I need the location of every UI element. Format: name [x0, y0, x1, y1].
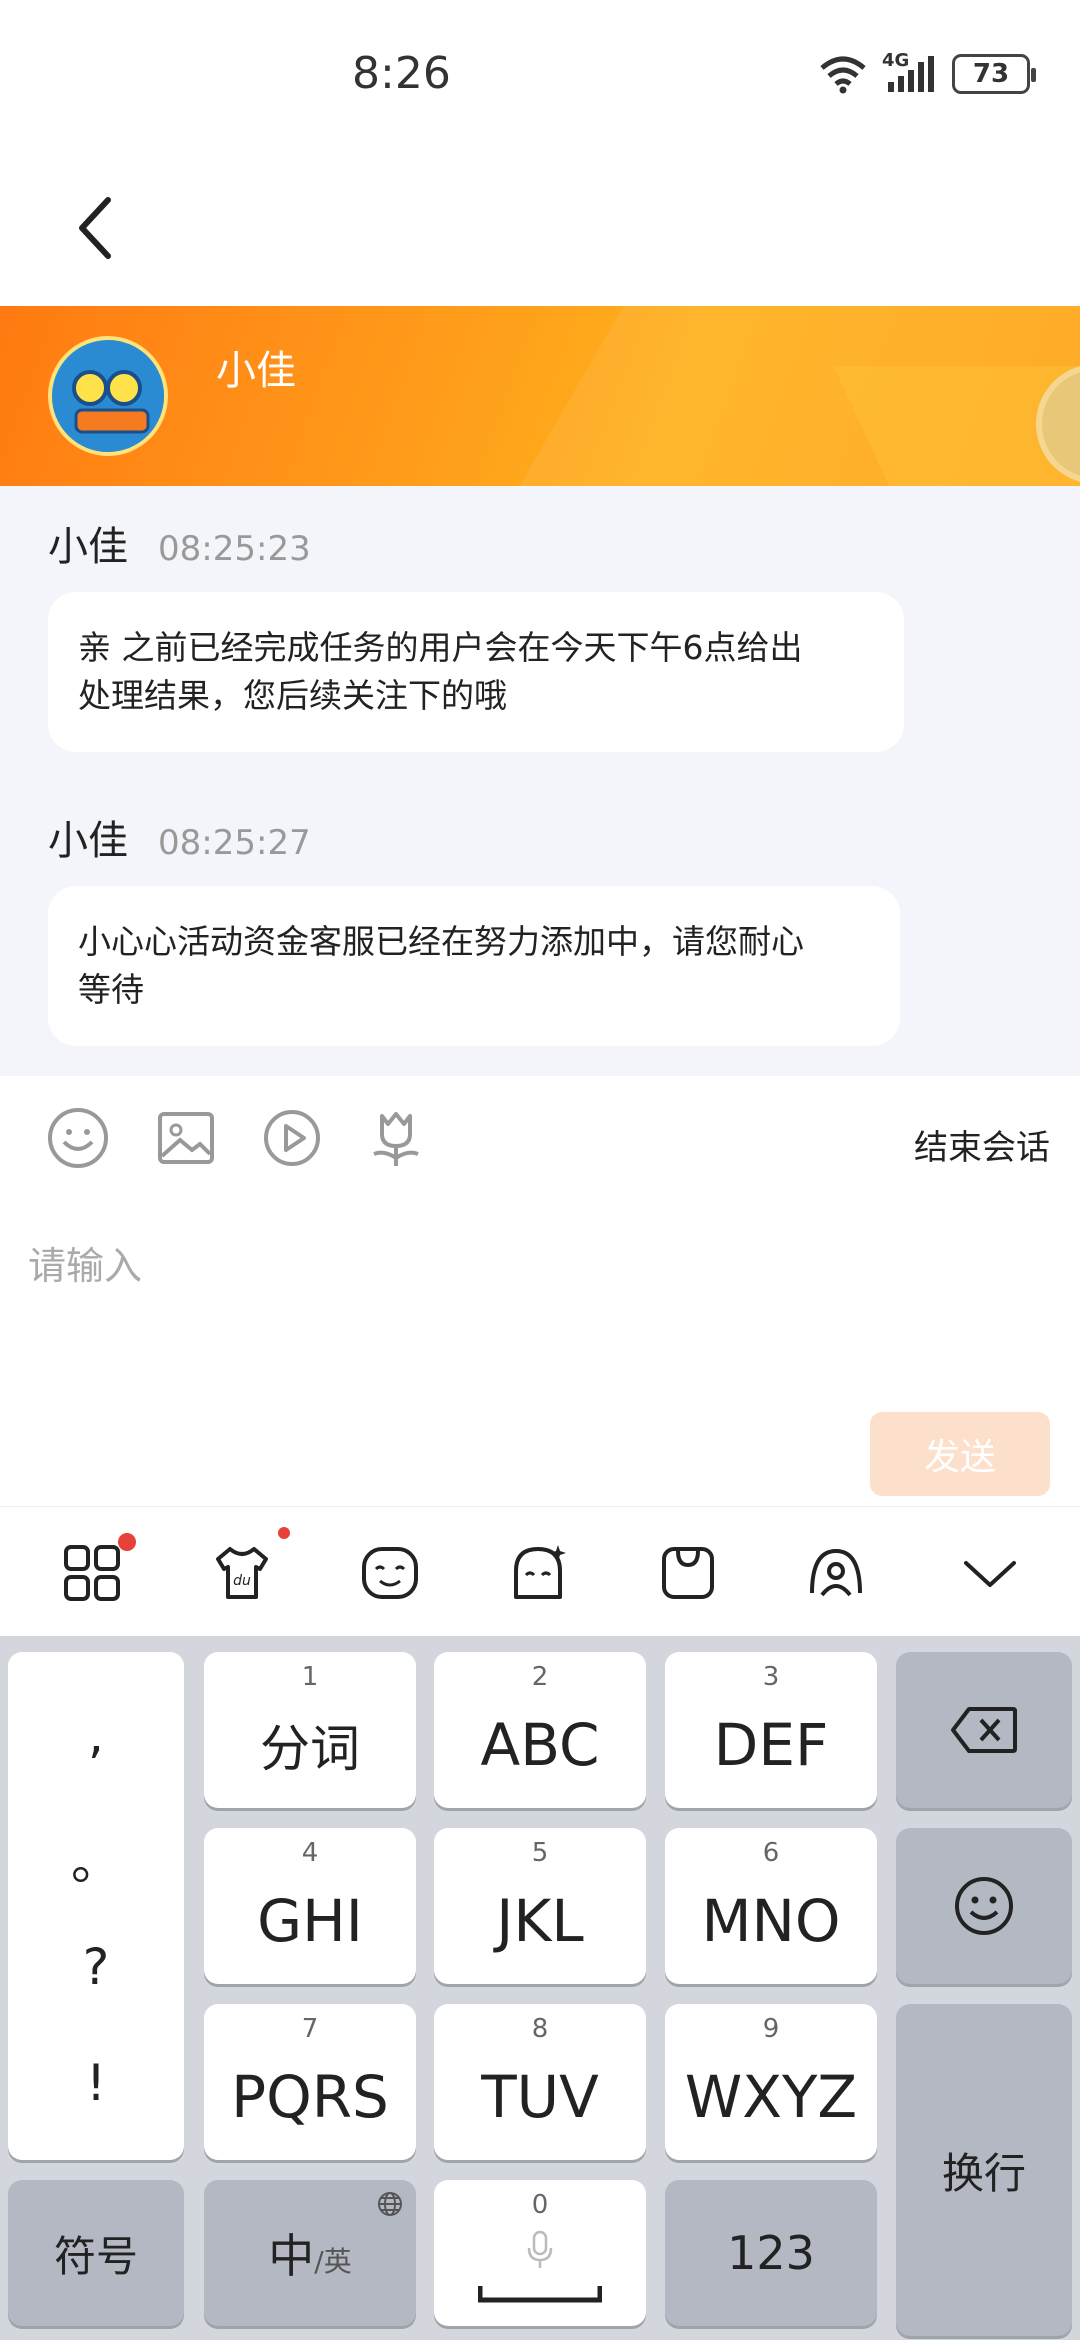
- svg-text:du: du: [233, 1573, 251, 1589]
- back-arrow-icon[interactable]: [60, 188, 140, 268]
- key-2[interactable]: 2 ABC: [434, 1652, 646, 1808]
- key-number: 0: [531, 2190, 549, 2220]
- symbols-key[interactable]: 符号: [8, 2180, 184, 2326]
- key-8[interactable]: 8 TUV: [434, 2004, 646, 2160]
- message-header: 小佳 08:25:23: [48, 514, 311, 572]
- key-4[interactable]: 4 GHI: [204, 1828, 416, 1984]
- chat-toolbar: 结束会话: [0, 1076, 1080, 1206]
- language-toggle-key[interactable]: 中 /英: [204, 2180, 416, 2326]
- chat-area: 小佳 08:25:23 亲 之前已经完成任务的用户会在今天下午6点给出 处理结果…: [0, 486, 1080, 1076]
- key-label: JKL: [496, 1887, 584, 1955]
- space-bar-icon: [478, 2286, 602, 2303]
- battery-icon: 73: [952, 54, 1036, 94]
- punctuation-panel[interactable]: , 。 ? !: [8, 1652, 184, 2160]
- message-input[interactable]: [28, 1236, 1048, 1296]
- message-bubble: 亲 之前已经完成任务的用户会在今天下午6点给出 处理结果，您后续关注下的哦: [48, 592, 904, 752]
- status-bar: 8:26 4G 73: [0, 0, 1080, 150]
- message-sender: 小佳: [48, 818, 128, 864]
- message-text: 等待: [78, 970, 144, 1009]
- key-number: 3: [762, 1662, 780, 1692]
- end-session-button[interactable]: 结束会话: [914, 1120, 1050, 1169]
- clipboard-icon[interactable]: [656, 1541, 720, 1605]
- key-number: 1: [301, 1662, 319, 1692]
- key-number: 6: [762, 1838, 780, 1868]
- key-number: 8: [531, 2014, 549, 2044]
- ime-toolbar: du: [0, 1506, 1080, 1636]
- keyboard: , 。 ? ! 1 分词 2 ABC 3 DEF 4 GHI 5 JKL 6 M…: [0, 1636, 1080, 2340]
- key-number: 4: [301, 1838, 319, 1868]
- video-icon[interactable]: [260, 1106, 324, 1170]
- agent-name: 小佳: [216, 348, 296, 394]
- numbers-key[interactable]: 123: [665, 2180, 877, 2326]
- emoji-icon[interactable]: [46, 1106, 110, 1170]
- emoji-key[interactable]: [896, 1828, 1072, 1984]
- collapse-keyboard-icon[interactable]: [958, 1541, 1022, 1605]
- sticker-face-icon[interactable]: [358, 1541, 422, 1605]
- handwriting-icon[interactable]: [804, 1541, 868, 1605]
- key-label: MNO: [701, 1887, 841, 1955]
- wifi-icon: [820, 56, 866, 94]
- key-9[interactable]: 9 WXYZ: [665, 2004, 877, 2160]
- flower-icon[interactable]: [364, 1106, 428, 1170]
- key-label: DEF: [713, 1711, 829, 1779]
- notification-dot: [278, 1527, 290, 1539]
- backspace-icon: [951, 1707, 1017, 1753]
- microphone-icon: [527, 2230, 553, 2268]
- status-time: 8:26: [352, 48, 451, 99]
- message-time: 08:25:27: [158, 823, 311, 863]
- punct-key[interactable]: !: [8, 2054, 184, 2112]
- punct-key[interactable]: ?: [8, 1938, 184, 1996]
- image-icon[interactable]: [154, 1106, 218, 1170]
- enter-key[interactable]: 换行: [896, 2004, 1072, 2336]
- key-label: GHI: [257, 1887, 363, 1955]
- key-label: TUV: [481, 2063, 599, 2131]
- lang-alt-label: /英: [314, 2245, 352, 2278]
- key-label: WXYZ: [684, 2063, 858, 2131]
- skin-shirt-icon[interactable]: du: [210, 1541, 274, 1605]
- punct-key[interactable]: ,: [8, 1706, 184, 1764]
- signal-icon: 4G: [882, 50, 938, 94]
- message-bubble: 小心心活动资金客服已经在努力添加中，请您耐心 等待: [48, 886, 900, 1046]
- punct-key[interactable]: 。: [8, 1822, 184, 1894]
- agent-avatar: [48, 336, 168, 456]
- globe-icon: [378, 2192, 402, 2216]
- key-1[interactable]: 1 分词: [204, 1652, 416, 1808]
- avatar-sticker-icon[interactable]: [506, 1541, 570, 1605]
- grid-menu-icon[interactable]: [60, 1541, 124, 1605]
- message-text: 小心心活动资金客服已经在努力添加中，请您耐心: [78, 922, 804, 961]
- input-area: 发送: [0, 1206, 1080, 1506]
- status-icons: 4G 73: [818, 50, 1036, 94]
- send-button[interactable]: 发送: [870, 1412, 1050, 1496]
- key-6[interactable]: 6 MNO: [665, 1828, 877, 1984]
- message-header: 小佳 08:25:27: [48, 808, 311, 866]
- key-number: 9: [762, 2014, 780, 2044]
- smiley-icon: [955, 1877, 1013, 1935]
- key-5[interactable]: 5 JKL: [434, 1828, 646, 1984]
- key-label: PQRS: [231, 2063, 389, 2131]
- key-number: 5: [531, 1838, 549, 1868]
- message-time: 08:25:23: [158, 529, 311, 569]
- backspace-key[interactable]: [896, 1652, 1072, 1808]
- key-number: 2: [531, 1662, 549, 1692]
- key-3[interactable]: 3 DEF: [665, 1652, 877, 1808]
- key-number: 7: [301, 2014, 319, 2044]
- key-7[interactable]: 7 PQRS: [204, 2004, 416, 2160]
- message-sender: 小佳: [48, 524, 128, 570]
- key-label: 分词: [260, 1720, 360, 1778]
- nav-bar: [0, 150, 1080, 306]
- space-key[interactable]: 0: [434, 2180, 646, 2326]
- message-text: 亲 之前已经完成任务的用户会在今天下午6点给出: [78, 628, 803, 667]
- lang-main-label: 中: [268, 2229, 315, 2283]
- notification-dot: [118, 1533, 136, 1551]
- message-text: 处理结果，您后续关注下的哦: [78, 676, 507, 715]
- key-label: ABC: [480, 1711, 600, 1779]
- agent-banner: 小佳: [0, 306, 1080, 486]
